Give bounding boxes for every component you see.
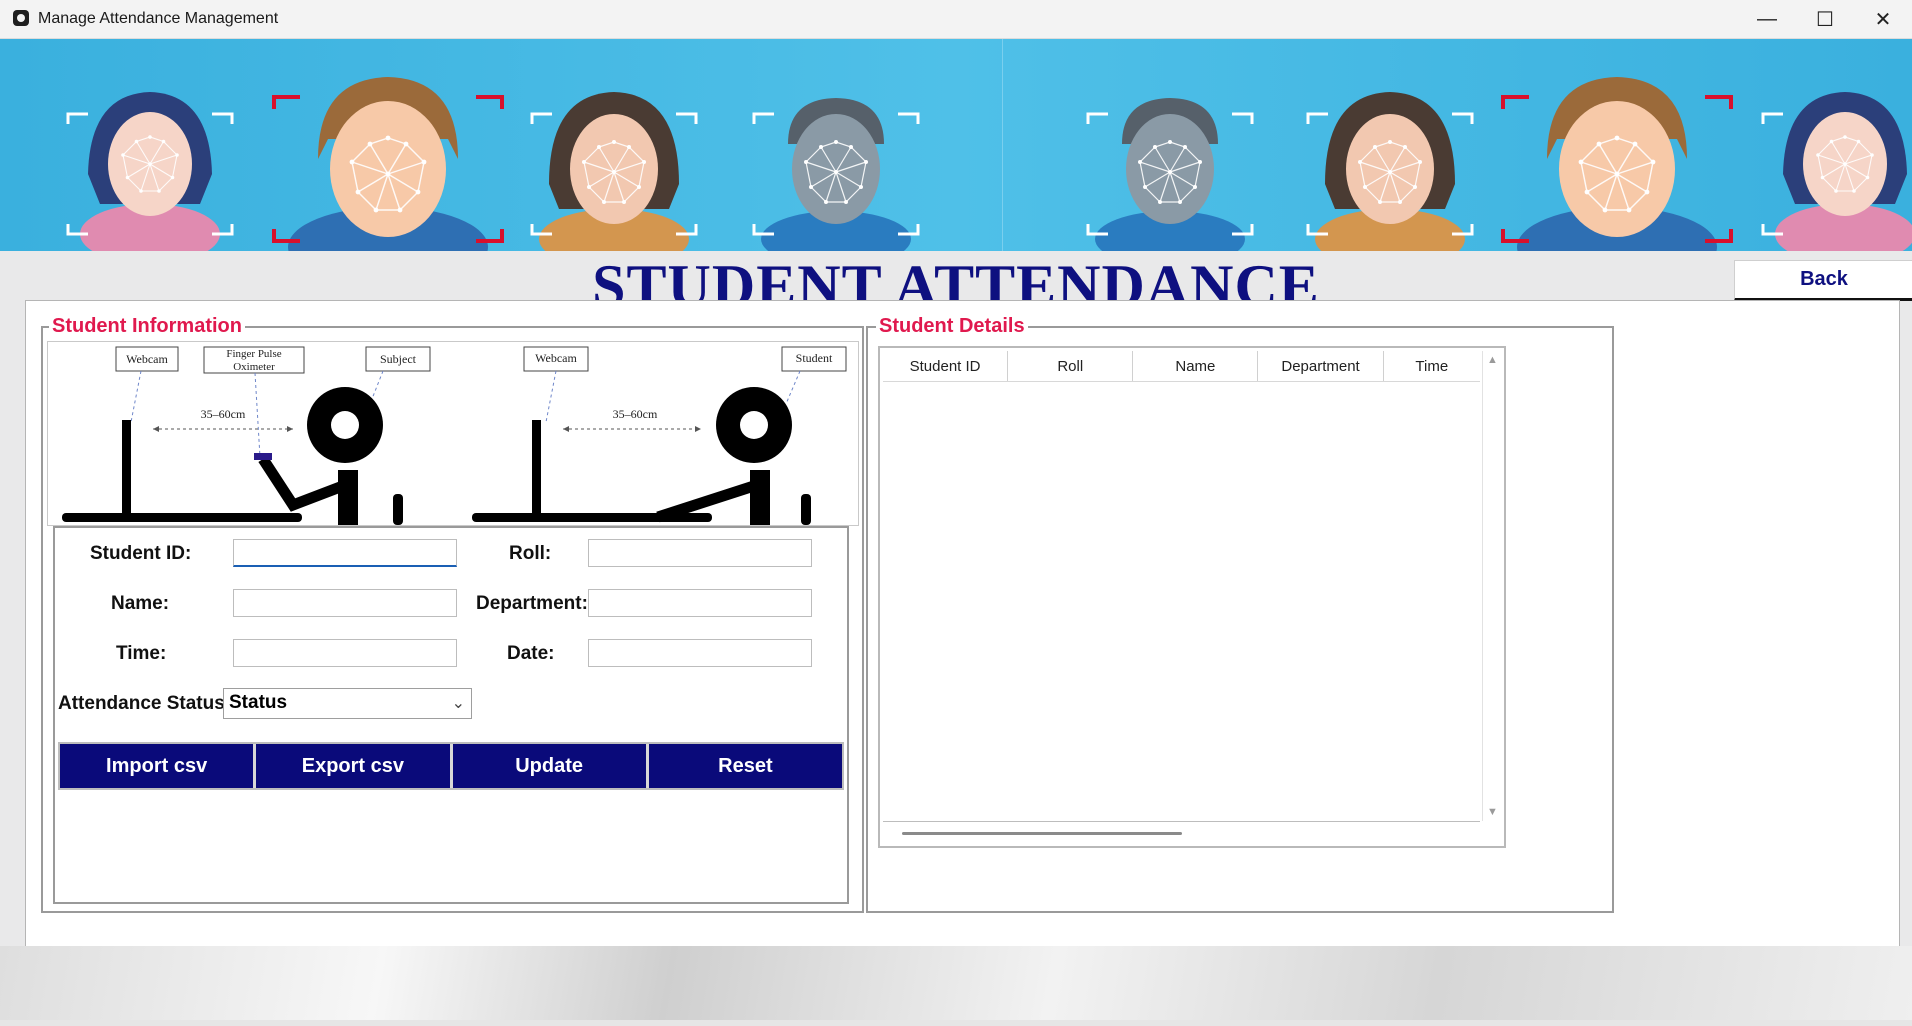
label-webcam-left: Webcam xyxy=(126,352,168,366)
date-label: Date: xyxy=(507,643,555,664)
student-details-table: Student ID Roll Name Department Time ▲ ▼ xyxy=(878,346,1506,848)
label-oximeter: Oximeter xyxy=(233,361,275,373)
close-button[interactable]: ✕ xyxy=(1854,0,1912,38)
time-input[interactable] xyxy=(233,639,457,667)
minimize-button[interactable]: — xyxy=(1738,0,1796,38)
label-webcam-right: Webcam xyxy=(535,351,577,365)
column-roll[interactable]: Roll xyxy=(1008,351,1134,381)
maximize-button[interactable]: ☐ xyxy=(1796,0,1854,38)
roll-label: Roll: xyxy=(509,543,552,564)
back-button[interactable]: Back xyxy=(1734,260,1912,301)
background-decoration xyxy=(0,946,1912,1026)
distance-right: 35–60cm xyxy=(613,407,658,421)
table-header: Student ID Roll Name Department Time xyxy=(883,351,1480,382)
faces-illustration xyxy=(66,77,1912,251)
window-titlebar: Manage Attendance Management — ☐ ✕ xyxy=(0,0,1912,39)
label-subject: Subject xyxy=(380,352,417,366)
face-recognition-banner xyxy=(0,39,1912,251)
distance-left: 35–60cm xyxy=(201,407,246,421)
action-button-bar: Import csv Export csv Update Reset xyxy=(58,742,844,790)
roll-input[interactable] xyxy=(588,539,812,567)
setup-diagram: Webcam Finger Pulse Oximeter Subject 35–… xyxy=(47,341,859,526)
app-icon xyxy=(13,10,29,26)
department-input[interactable] xyxy=(588,589,812,617)
column-time[interactable]: Time xyxy=(1383,351,1480,381)
name-input[interactable] xyxy=(233,589,457,617)
scroll-down-icon[interactable]: ▼ xyxy=(1487,806,1498,818)
student-information-title: Student Information xyxy=(49,315,245,338)
scroll-up-icon[interactable]: ▲ xyxy=(1487,354,1498,366)
update-button[interactable]: Update xyxy=(452,744,649,788)
label-student: Student xyxy=(796,351,833,365)
column-department[interactable]: Department xyxy=(1258,351,1384,381)
column-student-id[interactable]: Student ID xyxy=(883,351,1009,381)
student-id-label: Student ID: xyxy=(90,543,192,564)
date-input[interactable] xyxy=(588,639,812,667)
vertical-scrollbar[interactable]: ▲ ▼ xyxy=(1482,351,1501,821)
import-csv-button[interactable]: Import csv xyxy=(60,744,257,788)
attendance-status-value: Status xyxy=(229,692,288,713)
column-name[interactable]: Name xyxy=(1133,351,1259,381)
attendance-status-label: Attendance Status xyxy=(58,693,225,714)
horizontal-scrollbar[interactable] xyxy=(902,832,1182,835)
webcam-setup-illustration: Webcam Finger Pulse Oximeter Subject 35–… xyxy=(62,346,847,525)
student-id-input[interactable] xyxy=(233,539,457,567)
attendance-status-select[interactable]: Status ⌄ xyxy=(223,688,472,719)
time-label: Time: xyxy=(116,643,167,664)
export-csv-button[interactable]: Export csv xyxy=(256,744,453,788)
department-label: Department: xyxy=(476,593,588,614)
label-finger-pulse: Finger Pulse xyxy=(226,348,281,360)
window-title: Manage Attendance Management xyxy=(38,10,279,27)
reset-button[interactable]: Reset xyxy=(648,744,842,788)
name-label: Name: xyxy=(111,593,170,614)
student-details-title: Student Details xyxy=(876,315,1028,338)
chevron-down-icon: ⌄ xyxy=(451,695,465,712)
